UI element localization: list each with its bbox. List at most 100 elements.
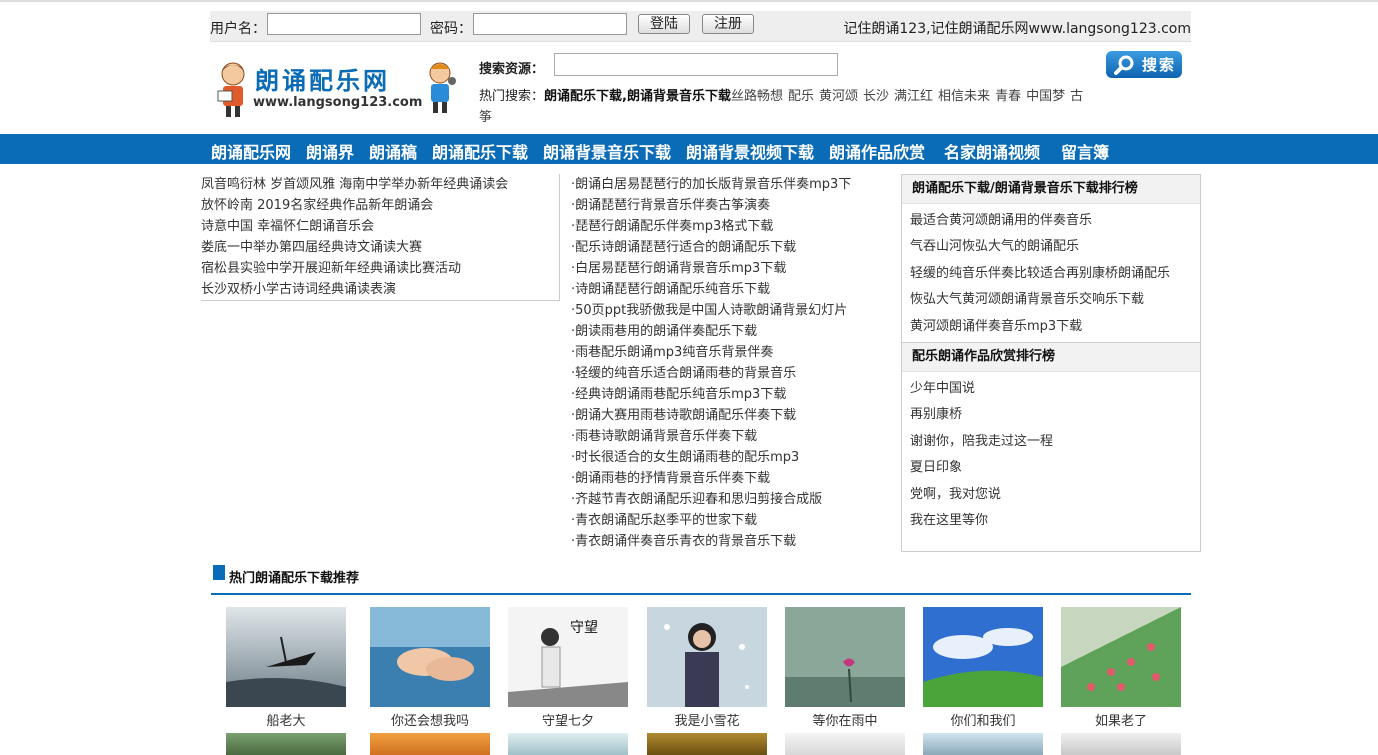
ranking-item[interactable]: 夏日印象 <box>910 455 1192 481</box>
article-link[interactable]: ·琵琶行朗诵配乐伴奏mp3格式下载 <box>571 216 881 237</box>
article-link[interactable]: ·朗诵雨巷的抒情背景音乐伴奏下载 <box>571 468 881 489</box>
article-link[interactable]: ·50页ppt我骄傲我是中国人诗歌朗诵背景幻灯片 <box>571 300 881 321</box>
ranking-item[interactable]: 黄河颂朗诵伴奏音乐mp3下载 <box>910 314 1192 340</box>
thumbnail-image <box>226 607 346 707</box>
thumbnail-image <box>923 607 1043 707</box>
ranking-item[interactable]: 少年中国说 <box>910 376 1192 402</box>
thumbnail-image-partial[interactable] <box>370 733 490 755</box>
logo-title: 朗诵配乐网 <box>255 66 390 95</box>
register-button[interactable]: 注册 <box>702 14 754 34</box>
thumbnail-image-partial[interactable] <box>1061 733 1181 755</box>
hot-search-term[interactable]: 黄河颂 <box>819 89 858 104</box>
article-link[interactable]: ·青衣朗诵伴奏音乐青衣的背景音乐下载 <box>571 531 881 552</box>
thumbnail-image <box>647 607 767 707</box>
thumbnail-overlay-text: 守望 <box>570 620 598 636</box>
ranking-item[interactable]: 恢弘大气黄河颂朗诵背景音乐交响乐下载 <box>910 287 1192 313</box>
thumbnail-image-partial[interactable] <box>647 733 767 755</box>
article-link[interactable]: ·诗朗诵琵琶行朗诵配乐纯音乐下载 <box>571 279 881 300</box>
hot-search-label: 热门搜索： <box>479 89 545 104</box>
thumbnail-image-partial[interactable] <box>923 733 1043 755</box>
top-border <box>0 0 1378 2</box>
recommend-card[interactable]: 你还会想我吗 <box>370 607 490 729</box>
ranking-item[interactable]: 党啊，我对您说 <box>910 482 1192 508</box>
article-link[interactable]: ·朗诵大赛用雨巷诗歌朗诵配乐伴奏下载 <box>571 405 881 426</box>
news-link[interactable]: 宿松县实验中学开展迎新年经典诵读比赛活动 <box>201 258 559 279</box>
article-link[interactable]: ·时长很适合的女生朗诵雨巷的配乐mp3 <box>571 447 881 468</box>
hot-search-term[interactable]: 相信未来 <box>938 89 990 104</box>
ranking-panel: 朗诵配乐下载/朗诵背景音乐下载排行榜 最适合黄河颂朗诵用的伴奏音乐 气吞山河恢弘… <box>901 174 1201 552</box>
recommend-card[interactable]: 如果老了 <box>1061 607 1181 729</box>
search-icon <box>1114 55 1134 75</box>
article-link[interactable]: ·轻缓的纯音乐适合朗诵雨巷的背景音乐 <box>571 363 881 384</box>
article-link[interactable]: ·经典诗朗诵雨巷配乐纯音乐mp3下载 <box>571 384 881 405</box>
site-logo[interactable]: 朗诵配乐网 www.langsong123.com <box>215 57 460 119</box>
thumbnail-caption: 等你在雨中 <box>812 714 878 729</box>
article-link[interactable]: ·朗诵琵琶行背景音乐伴奏古筝演奏 <box>571 195 881 216</box>
thumbnail-image <box>1061 607 1181 707</box>
ranking-item[interactable]: 轻缓的纯音乐伴奏比较适合再别康桥朗诵配乐 <box>910 261 1192 287</box>
hot-search-bold-link[interactable]: 朗诵配乐下载,朗诵背景音乐下载 <box>544 89 731 104</box>
article-link[interactable]: ·青衣朗诵配乐赵季平的世家下载 <box>571 510 881 531</box>
news-list-left: 凤音鸣衍林 岁首颂风雅 海南中学举办新年经典诵读会 放怀岭南 2019名家经典作… <box>201 174 560 301</box>
nav-item[interactable]: 朗诵作品欣赏 <box>829 139 925 163</box>
ranking-item[interactable]: 最适合黄河颂朗诵用的伴奏音乐 <box>910 208 1192 234</box>
article-link[interactable]: ·白居易琵琶行朗诵背景音乐mp3下载 <box>571 258 881 279</box>
ranking-item[interactable]: 谢谢你，陪我走过这一程 <box>910 429 1192 455</box>
thumbnail-image-partial[interactable] <box>226 733 346 755</box>
article-link[interactable]: ·朗读雨巷用的朗诵伴奏配乐下载 <box>571 321 881 342</box>
news-link[interactable]: 诗意中国 幸福怀仁朗诵音乐会 <box>201 216 559 237</box>
nav-item[interactable]: 留言簿 <box>1061 139 1109 163</box>
news-link[interactable]: 放怀岭南 2019名家经典作品新年朗诵会 <box>201 195 559 216</box>
recommend-card[interactable]: 你们和我们 <box>923 607 1043 729</box>
ranking-item[interactable]: 我在这里等你 <box>910 508 1192 534</box>
nav-item[interactable]: 朗诵稿 <box>369 139 417 163</box>
hot-search-term[interactable]: 满江红 <box>894 89 933 104</box>
hot-search-term[interactable]: 中国梦 <box>1026 89 1065 104</box>
hot-search-term[interactable]: 青春 <box>995 89 1021 104</box>
ranking-item[interactable]: 气吞山河恢弘大气的朗诵配乐 <box>910 234 1192 260</box>
login-button[interactable]: 登陆 <box>638 14 690 34</box>
news-link[interactable]: 娄底一中举办第四届经典诗文诵读大赛 <box>201 237 559 258</box>
search-input[interactable] <box>554 53 838 76</box>
username-input[interactable] <box>267 13 421 35</box>
singer-mascot-icon <box>429 62 456 113</box>
hot-search-term[interactable]: 长沙 <box>863 89 889 104</box>
thumbnail-caption: 我是小雪花 <box>674 714 740 729</box>
site-slogan: 记住朗诵123,记住朗诵配乐网www.langsong123.com <box>843 21 1191 37</box>
article-link[interactable]: ·齐越节青衣朗诵配乐迎春和思归剪接合成版 <box>571 489 881 510</box>
password-input[interactable] <box>473 13 627 35</box>
thumbnail-image <box>370 607 490 707</box>
thumbnail-caption: 你还会想我吗 <box>390 714 469 729</box>
search-button[interactable]: 搜索 <box>1106 51 1182 78</box>
search-button-label: 搜索 <box>1142 56 1177 74</box>
recommend-card[interactable]: 船老大 <box>226 607 346 729</box>
hot-search-term[interactable]: 配乐 <box>788 89 814 104</box>
news-link[interactable]: 凤音鸣衍林 岁首颂风雅 海南中学举办新年经典诵读会 <box>201 174 559 195</box>
recommend-card[interactable]: 等你在雨中 <box>785 607 905 729</box>
news-link[interactable]: 长沙双桥小学古诗词经典诵读表演 <box>201 279 559 300</box>
recommend-card[interactable]: 守望 守望七夕 <box>508 607 628 729</box>
article-link[interactable]: ·雨巷诗歌朗诵背景音乐伴奏下载 <box>571 426 881 447</box>
bookmark-icon <box>213 565 225 580</box>
thumbnail-caption: 船老大 <box>266 714 306 729</box>
section-title: 热门朗诵配乐下载推荐 <box>229 571 360 586</box>
thumbnail-image-partial[interactable] <box>785 733 905 755</box>
recommend-card[interactable]: 我是小雪花 <box>647 607 767 729</box>
nav-item[interactable]: 朗诵配乐网 <box>211 139 291 163</box>
nav-item[interactable]: 朗诵背景音乐下载 <box>543 139 671 163</box>
thumbnail-caption: 你们和我们 <box>950 714 1016 729</box>
article-link[interactable]: ·朗诵白居易琵琶行的加长版背景音乐伴奏mp3下 <box>571 174 881 195</box>
hot-search-term[interactable]: 丝路畅想 <box>731 89 783 104</box>
nav-item[interactable]: 朗诵界 <box>306 139 354 163</box>
ranking-item[interactable]: 再别康桥 <box>910 402 1192 428</box>
thumbnail-image <box>785 607 905 707</box>
nav-item[interactable]: 朗诵背景视频下载 <box>686 139 814 163</box>
thumbnail-image-partial[interactable] <box>508 733 628 755</box>
login-bar: 用户名： 密码： 登陆 注册 记住朗诵123,记住朗诵配乐网www.langso… <box>210 11 1191 42</box>
nav-item[interactable]: 朗诵配乐下载 <box>432 139 528 163</box>
search-label: 搜索资源： <box>479 62 545 77</box>
article-link[interactable]: ·配乐诗朗诵琵琶行适合的朗诵配乐下载 <box>571 237 881 258</box>
nav-item[interactable]: 名家朗诵视频 <box>944 139 1040 163</box>
section-divider <box>211 593 1191 595</box>
article-link[interactable]: ·雨巷配乐朗诵mp3纯音乐背景伴奏 <box>571 342 881 363</box>
